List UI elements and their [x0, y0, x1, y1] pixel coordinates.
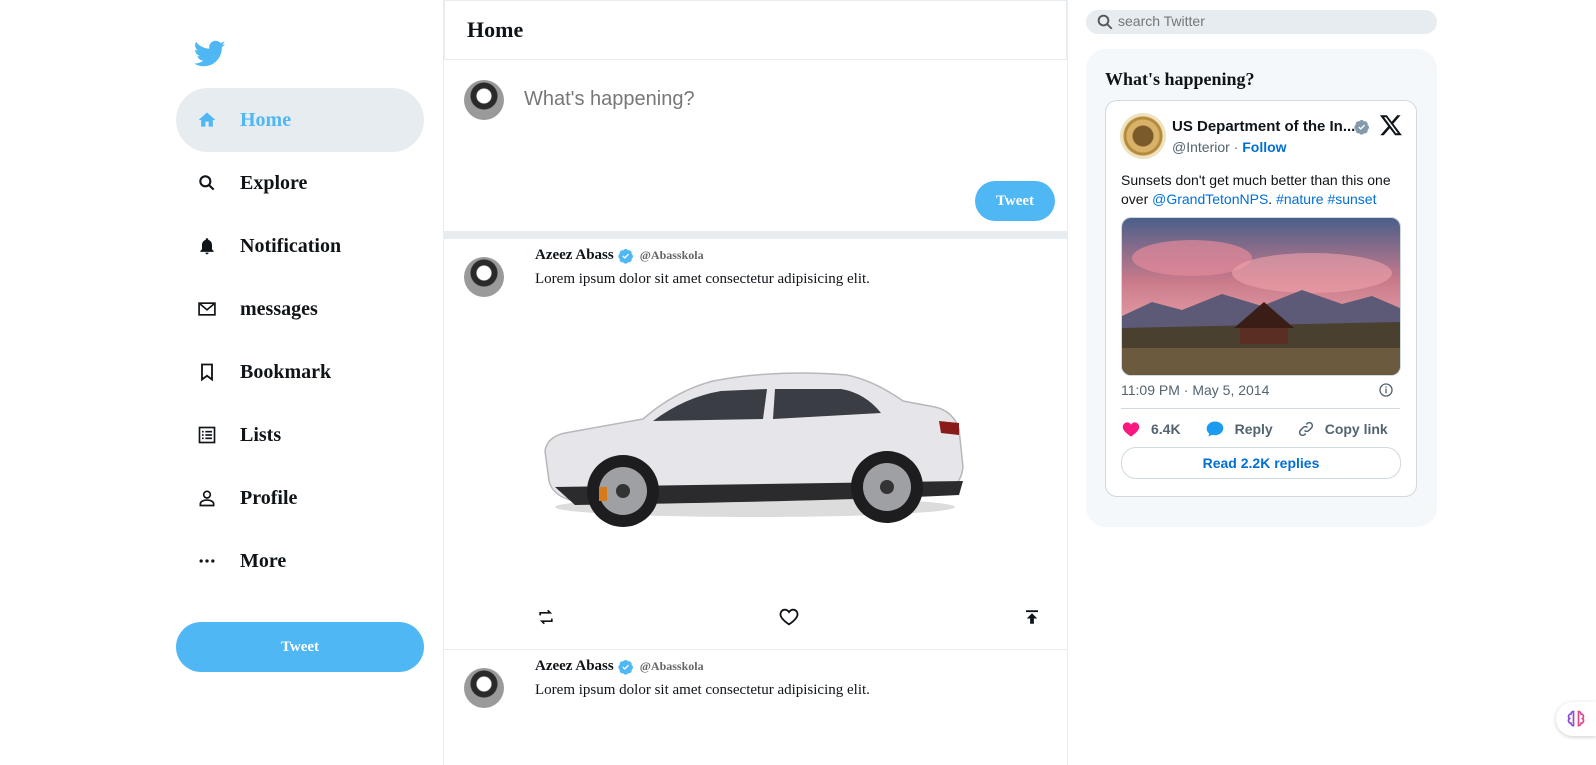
sidebar-item-label: Lists: [240, 423, 282, 446]
twitter-bird-icon[interactable]: [193, 40, 226, 68]
person-icon: [196, 487, 218, 509]
sidebar-item-more[interactable]: More: [176, 529, 424, 593]
embed-tweet-text: Sunsets don't get much better than this …: [1121, 171, 1411, 209]
widget-title: What's happening?: [1105, 69, 1255, 89]
post-header: Azeez Abass @Abasskola: [535, 658, 704, 675]
mail-icon: [196, 298, 218, 320]
embed-separator: ·: [1233, 139, 1239, 155]
read-replies-button[interactable]: Read 2.2K replies: [1121, 447, 1401, 479]
avatar[interactable]: [464, 668, 504, 708]
feed-divider: [444, 231, 1067, 239]
sidebar-item-lists[interactable]: Lists: [176, 403, 424, 467]
search-icon: [196, 172, 218, 194]
sidebar-item-label: Explore: [240, 171, 308, 194]
post-author-name[interactable]: Azeez Abass: [535, 658, 614, 675]
list-icon: [196, 424, 218, 446]
sidebar-item-label: Home: [240, 108, 292, 131]
sidebar-item-notification[interactable]: Notification: [176, 214, 424, 278]
like-heart-icon[interactable]: [777, 605, 801, 629]
embed-copy-link-button[interactable]: Copy link: [1297, 420, 1388, 438]
sidebar-item-messages[interactable]: messages: [176, 277, 424, 341]
search-bar[interactable]: [1086, 10, 1437, 34]
sidebar-item-bookmark[interactable]: Bookmark: [176, 340, 424, 404]
bell-icon: [196, 235, 218, 257]
bookmark-icon: [196, 361, 218, 383]
post-author-name[interactable]: Azeez Abass: [535, 247, 614, 264]
copy-link-label: Copy link: [1324, 421, 1388, 437]
info-icon[interactable]: [1378, 382, 1394, 398]
mention-link[interactable]: @GrandTetonNPS: [1152, 191, 1268, 207]
embed-like-button[interactable]: 6.4K: [1121, 419, 1181, 439]
sidebar-item-label: Profile: [240, 486, 298, 509]
home-icon: [196, 109, 218, 131]
assistant-extension-button[interactable]: [1556, 702, 1596, 736]
embed-actions: 6.4K Reply Copy link: [1121, 419, 1388, 439]
like-count: 6.4K: [1151, 421, 1181, 437]
reply-label: Reply: [1234, 421, 1273, 437]
verified-badge-icon: [618, 659, 633, 675]
post-author-handle[interactable]: @Abasskola: [640, 659, 704, 674]
composer-tweet-button[interactable]: Tweet: [975, 181, 1055, 221]
sidebar-item-home[interactable]: Home: [176, 88, 424, 152]
sidebar-tweet-button[interactable]: Tweet: [176, 622, 424, 672]
verified-badge-icon: [618, 248, 633, 264]
sidebar-item-label: Notification: [240, 234, 342, 257]
post-header: Azeez Abass @Abasskola: [535, 247, 704, 264]
feed: Home What's happening? Tweet Azeez Abass…: [443, 0, 1068, 765]
search-icon: [1096, 13, 1114, 36]
link-icon: [1298, 421, 1313, 437]
reply-bubble-icon: [1206, 421, 1223, 437]
share-icon[interactable]: [1020, 605, 1044, 629]
retweet-icon[interactable]: [534, 605, 558, 629]
sidebar-item-label: More: [240, 549, 287, 572]
avatar[interactable]: [464, 257, 504, 297]
embed-divider: [1121, 408, 1400, 409]
whats-happening-widget: What's happening? US Department of the I…: [1086, 49, 1437, 527]
brain-icon: [1567, 710, 1585, 727]
embed-author-handle[interactable]: @Interior: [1172, 139, 1230, 155]
embed-reply-button[interactable]: Reply: [1205, 419, 1273, 439]
embed-timestamp[interactable]: 11:09 PM · May 5, 2014: [1121, 382, 1269, 398]
embedded-tweet[interactable]: US Department of the In... @Interior · F…: [1105, 100, 1417, 497]
sidebar-item-label: messages: [240, 297, 318, 320]
hashtag-nature-link[interactable]: #nature: [1276, 191, 1323, 207]
post-text: Lorem ipsum dolor sit amet consectetur a…: [535, 271, 870, 287]
sidebar-item-label: Bookmark: [240, 360, 332, 383]
sidebar: Home Explore Notification messages Bookm…: [176, 0, 424, 765]
avatar[interactable]: [464, 80, 504, 120]
post-text: Lorem ipsum dolor sit amet consectetur a…: [535, 682, 870, 698]
feed-header: Home: [444, 0, 1067, 60]
interior-seal-avatar[interactable]: [1120, 113, 1166, 159]
follow-link[interactable]: Follow: [1242, 139, 1286, 155]
sidebar-item-profile[interactable]: Profile: [176, 466, 424, 530]
hashtag-sunset-link[interactable]: #sunset: [1327, 191, 1376, 207]
embed-author-name[interactable]: US Department of the In...: [1172, 118, 1355, 135]
embed-handle-row: @Interior · Follow: [1172, 139, 1287, 155]
tweet-post[interactable]: Azeez Abass @Abasskola Lorem ipsum dolor…: [444, 650, 1067, 765]
verified-badge-icon: [1354, 120, 1369, 135]
embed-text-dot: .: [1268, 191, 1273, 207]
sidebar-item-explore[interactable]: Explore: [176, 151, 424, 215]
search-input[interactable]: [1118, 13, 1418, 29]
composer-input[interactable]: What's happening?: [524, 88, 695, 111]
post-image-car[interactable]: [535, 311, 975, 531]
x-logo-icon[interactable]: [1378, 113, 1404, 137]
sunset-barn-photo[interactable]: [1121, 217, 1401, 376]
post-author-handle[interactable]: @Abasskola: [640, 248, 704, 263]
heart-icon: [1122, 422, 1140, 437]
tweet-post[interactable]: Azeez Abass @Abasskola Lorem ipsum dolor…: [444, 239, 1067, 650]
page-title: Home: [467, 17, 524, 42]
more-icon: [196, 550, 218, 572]
tweet-composer: What's happening? Tweet: [444, 60, 1067, 232]
